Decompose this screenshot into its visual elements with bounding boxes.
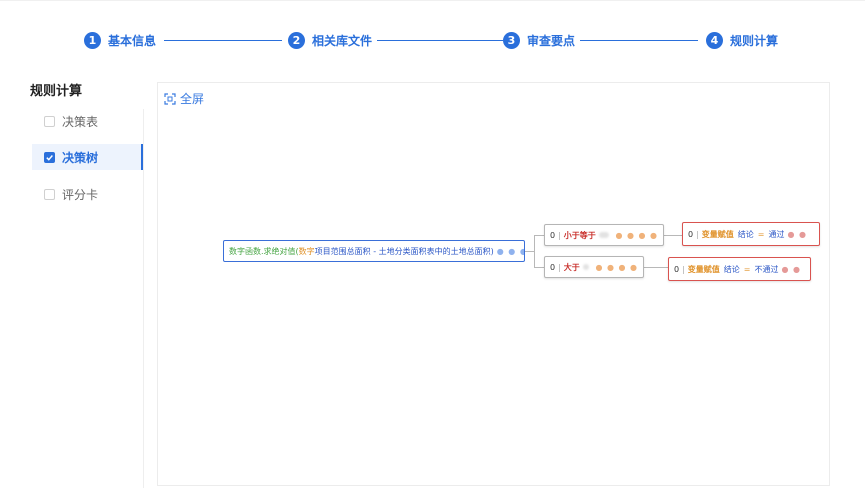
tree-connector xyxy=(644,267,668,268)
result-equals: = xyxy=(743,264,751,274)
tree-connector xyxy=(534,267,544,268)
step-library-files[interactable]: 2 相关库文件 xyxy=(288,28,372,52)
step-number: 2 xyxy=(288,31,305,49)
checkbox-checked[interactable] xyxy=(44,151,55,163)
tree-condition-node[interactable]: 0 | 小于等于 ● ● ● ● xyxy=(544,224,664,246)
root-close: ) xyxy=(490,246,494,256)
result-index: 0 xyxy=(674,264,680,274)
tree-condition-node[interactable]: 0 | 大于 ● ● ● ● xyxy=(544,256,644,278)
result-value: 不通过 xyxy=(754,264,779,274)
sidebar-item-label: 决策表 xyxy=(62,114,99,129)
node-menu-icon[interactable]: ● ● ● xyxy=(497,247,524,256)
step-number: 1 xyxy=(84,31,101,49)
step-connector xyxy=(580,40,698,41)
sidebar-item-decision-table[interactable]: 决策表 xyxy=(32,108,143,134)
decision-tree-canvas[interactable]: 全屏 数字函数.求绝对值(数字 项目范围总面积 - 土地分类面积表中的土地总面积… xyxy=(157,82,830,486)
node-menu-icon[interactable]: ● ● xyxy=(788,230,808,239)
checkbox[interactable] xyxy=(44,115,55,127)
step-basic-info[interactable]: 1 基本信息 xyxy=(84,28,156,52)
result-field: 结论 xyxy=(737,229,754,239)
sidebar-divider xyxy=(143,109,144,488)
fullscreen-label: 全屏 xyxy=(180,92,205,106)
tree-connector xyxy=(534,235,535,267)
sidebar-item-label: 决策树 xyxy=(62,150,99,165)
step-review-points[interactable]: 3 审查要点 xyxy=(503,28,575,52)
condition-index: 0 xyxy=(550,262,556,272)
step-number: 3 xyxy=(503,31,520,49)
result-var-label: 变量赋值 xyxy=(701,229,734,239)
node-menu-icon[interactable]: ● ● ● ● xyxy=(595,263,638,272)
tree-result-node[interactable]: 0 | 变量赋值 结论 = 通过 ● ● xyxy=(682,222,820,246)
result-index: 0 xyxy=(688,229,694,239)
tree-connector xyxy=(664,235,682,236)
tree-connector xyxy=(534,235,544,236)
condition-operator: 小于等于 xyxy=(563,230,596,240)
result-value: 通过 xyxy=(768,229,785,239)
sidebar-item-scorecard[interactable]: 评分卡 xyxy=(32,181,143,207)
result-field: 结论 xyxy=(723,264,740,274)
node-menu-icon[interactable]: ● ● ● ● xyxy=(615,231,658,240)
condition-operator: 大于 xyxy=(563,262,580,272)
root-function: 数字函数.求绝对值( xyxy=(229,246,299,256)
redacted-value xyxy=(582,264,590,270)
step-label: 相关库文件 xyxy=(312,33,373,48)
sidebar-item-decision-tree[interactable]: 决策树 xyxy=(32,144,143,170)
fullscreen-icon xyxy=(164,92,176,105)
fullscreen-button[interactable]: 全屏 xyxy=(164,90,204,107)
redacted-value xyxy=(598,232,610,238)
condition-index: 0 xyxy=(550,230,556,240)
checkbox[interactable] xyxy=(44,188,55,200)
node-menu-icon[interactable]: ● ● xyxy=(782,265,802,274)
result-var-label: 变量赋值 xyxy=(687,264,720,274)
step-connector xyxy=(377,40,503,41)
sidebar-title: 规则计算 xyxy=(30,84,83,99)
step-label: 规则计算 xyxy=(730,33,779,48)
sidebar-item-label: 评分卡 xyxy=(62,187,99,202)
result-equals: = xyxy=(757,229,765,239)
tree-root-node[interactable]: 数字函数.求绝对值(数字 项目范围总面积 - 土地分类面积表中的土地总面积) ●… xyxy=(223,240,525,262)
root-expression: 项目范围总面积 - 土地分类面积表中的土地总面积 xyxy=(314,246,491,256)
step-bar: 1 基本信息 2 相关库文件 3 审查要点 4 规则计算 xyxy=(84,28,784,52)
check-icon xyxy=(46,154,53,161)
step-number: 4 xyxy=(706,31,723,49)
root-type: 数字 xyxy=(298,246,315,256)
step-label: 审查要点 xyxy=(527,33,576,48)
step-rule-calculation[interactable]: 4 规则计算 xyxy=(706,28,778,52)
step-label: 基本信息 xyxy=(108,33,157,48)
rule-calculation-page: 1 基本信息 2 相关库文件 3 审查要点 4 规则计算 规则计算 决策表 决策… xyxy=(0,0,865,488)
tree-result-node[interactable]: 0 | 变量赋值 结论 = 不通过 ● ● xyxy=(668,257,811,281)
step-connector xyxy=(164,40,282,41)
